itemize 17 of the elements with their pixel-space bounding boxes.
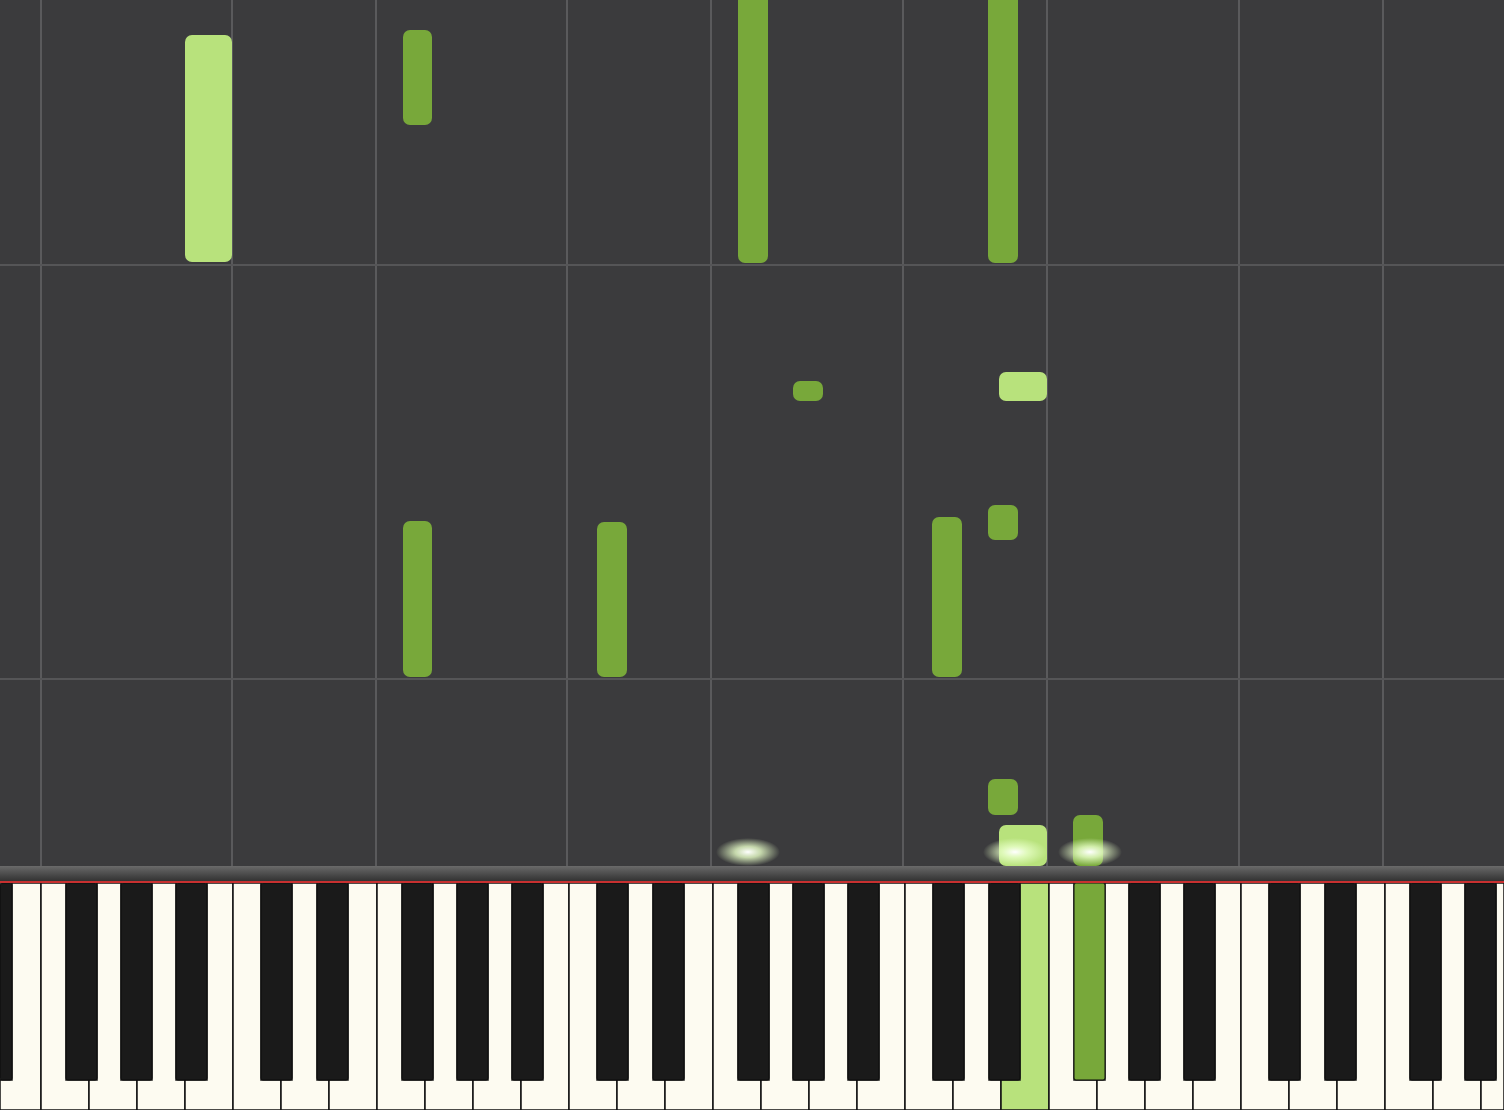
- piano-key[interactable]: [40, 883, 90, 1110]
- piano-key[interactable]: [376, 883, 426, 1110]
- piano-key[interactable]: [328, 883, 378, 1110]
- piano-key[interactable]: [1384, 883, 1434, 1110]
- spark-icon: [983, 838, 1047, 866]
- spark-icon: [1058, 838, 1122, 866]
- piano-key[interactable]: [664, 883, 714, 1110]
- piano-key[interactable]: [568, 883, 618, 1110]
- piano-key[interactable]: [1048, 883, 1098, 1110]
- spark-icon: [716, 838, 780, 866]
- piano-key[interactable]: [232, 883, 282, 1110]
- piano-key[interactable]: [1240, 883, 1290, 1110]
- piano-key[interactable]: [0, 883, 42, 1110]
- piano-key[interactable]: [712, 883, 762, 1110]
- piano-key[interactable]: [1336, 883, 1386, 1110]
- piano-key[interactable]: [904, 883, 954, 1110]
- piano-key[interactable]: [1000, 883, 1050, 1110]
